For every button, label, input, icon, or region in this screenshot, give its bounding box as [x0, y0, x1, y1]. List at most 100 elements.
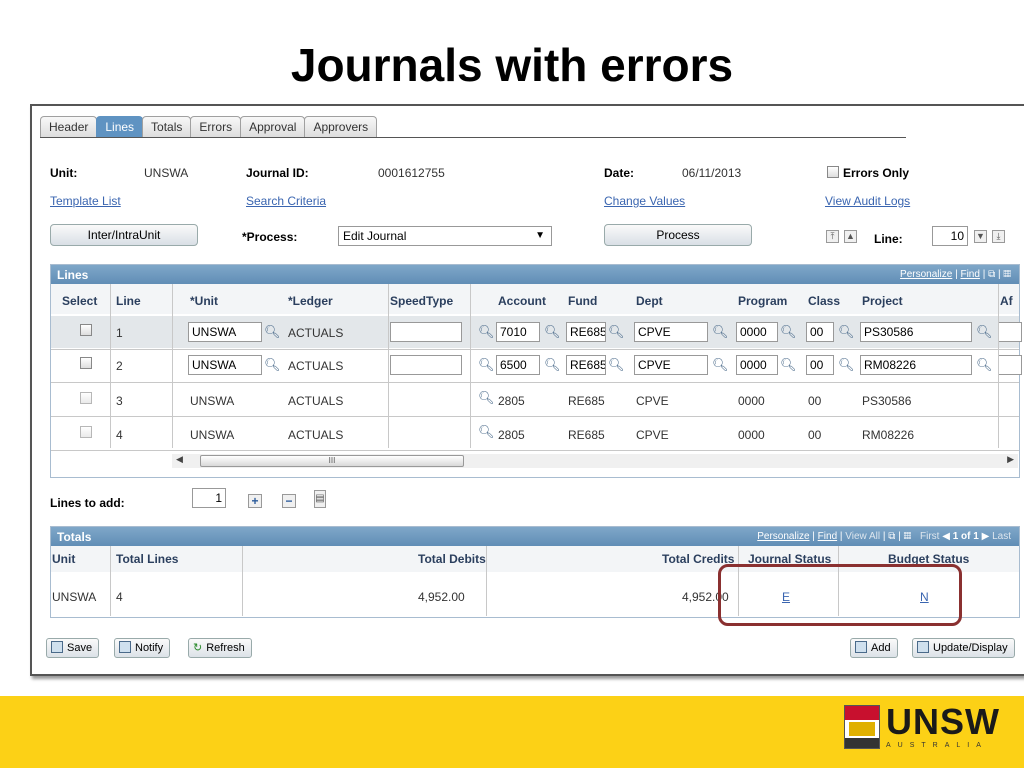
totals-personalize-link[interactable]: Personalize — [757, 531, 809, 542]
row-speedtype-field[interactable] — [390, 355, 462, 375]
lines-to-add-field[interactable]: 1 — [192, 488, 226, 508]
row-line: 1 — [116, 326, 123, 340]
process-button[interactable]: Process — [604, 224, 752, 246]
row-af-field[interactable] — [998, 355, 1022, 375]
grid-icon[interactable]: ▦ — [1003, 269, 1011, 280]
row-account-field[interactable]: 7010 — [496, 322, 540, 342]
lines-personalize-link[interactable]: Personalize — [900, 269, 952, 280]
row-unit: UNSWA — [190, 428, 235, 442]
totals-find-link[interactable]: Find — [818, 531, 837, 542]
tab-header[interactable]: Header — [40, 116, 98, 138]
row-line: 3 — [116, 394, 123, 408]
lookup-icon[interactable]: 🔍︎ — [544, 324, 561, 340]
lookup-icon[interactable]: 🔍︎ — [780, 357, 797, 373]
row-af-field[interactable] — [998, 322, 1022, 342]
col-divider — [242, 546, 243, 616]
row-select-checkbox[interactable] — [80, 392, 92, 404]
lines-scrollbar[interactable]: ◀ III ▶ — [172, 454, 1018, 468]
row-unit-field[interactable]: UNSWA — [188, 322, 262, 342]
line-number-field[interactable]: 10 — [932, 226, 968, 246]
errors-only-checkbox[interactable] — [827, 166, 839, 178]
lines-find-link[interactable]: Find — [960, 269, 979, 280]
add-button[interactable]: Add — [850, 638, 898, 658]
notify-button[interactable]: Notify — [114, 638, 171, 658]
tab-approvers[interactable]: Approvers — [304, 116, 378, 138]
row-project-field[interactable]: PS30586 — [860, 322, 972, 342]
refresh-button[interactable]: ↻ Refresh — [188, 638, 252, 658]
row-project: RM08226 — [862, 428, 915, 442]
row-class-field[interactable]: 00 — [806, 322, 834, 342]
lookup-icon[interactable]: 🔍︎ — [544, 357, 561, 373]
next-page-icon[interactable]: ▶ — [982, 531, 990, 542]
lookup-icon[interactable]: 🔍︎ — [478, 324, 495, 340]
journal-id-label: Journal ID: — [246, 166, 309, 180]
new-window-icon[interactable]: ⧉ — [888, 531, 895, 542]
row-unit-field[interactable]: UNSWA — [188, 355, 262, 375]
row-program-field[interactable]: 0000 — [736, 322, 778, 342]
totals-first[interactable]: First — [920, 531, 939, 542]
lookup-icon[interactable]: 🔍︎ — [608, 357, 625, 373]
lookup-icon[interactable]: 🔍︎ — [478, 357, 495, 373]
row-fund-field[interactable]: RE685 — [566, 355, 606, 375]
col-fund: Fund — [568, 294, 598, 308]
col-class: Class — [808, 294, 841, 308]
tab-totals[interactable]: Totals — [142, 116, 192, 138]
lookup-icon[interactable]: 🔍︎ — [838, 324, 855, 340]
row-divider — [51, 416, 1019, 417]
lookup-icon[interactable]: 🔍︎ — [608, 324, 625, 340]
lookup-icon[interactable]: 🔍︎ — [838, 357, 855, 373]
delete-row-icon[interactable]: − — [282, 494, 296, 508]
row-dept-field[interactable]: CPVE — [634, 322, 708, 342]
row-dept-field[interactable]: CPVE — [634, 355, 708, 375]
process-select[interactable]: Edit Journal ▼ — [338, 226, 552, 246]
tab-lines[interactable]: Lines — [96, 116, 144, 138]
lookup-icon[interactable]: 🔍︎ — [712, 324, 729, 340]
prev-line-icon[interactable]: ▲ — [844, 230, 857, 243]
col-ledger: *Ledger — [288, 294, 333, 308]
row-account-field[interactable]: 6500 — [496, 355, 540, 375]
tab-approval[interactable]: Approval — [240, 116, 306, 138]
first-line-icon[interactable]: ⤒ — [826, 230, 839, 243]
calculator-icon[interactable]: ▤ — [314, 490, 326, 508]
row-program-field[interactable]: 0000 — [736, 355, 778, 375]
lookup-icon[interactable]: 🔍︎ — [478, 424, 495, 440]
update-display-button[interactable]: Update/Display — [912, 638, 1015, 658]
lookup-icon[interactable]: 🔍︎ — [976, 324, 993, 340]
lookup-icon[interactable]: 🔍︎ — [712, 357, 729, 373]
row-select-checkbox[interactable] — [80, 426, 92, 438]
change-values-link[interactable]: Change Values — [604, 194, 685, 208]
inter-intraunit-button[interactable]: Inter/IntraUnit — [50, 224, 198, 246]
row-class-field[interactable]: 00 — [806, 355, 834, 375]
update-label: Update/Display — [933, 642, 1008, 654]
scroll-right-icon[interactable]: ▶ — [1007, 454, 1014, 465]
lookup-icon[interactable]: 🔍︎ — [780, 324, 797, 340]
grid-icon[interactable]: ▦ — [904, 531, 912, 542]
tab-errors[interactable]: Errors — [190, 116, 242, 138]
row-account: 2805 — [498, 428, 525, 442]
lookup-icon[interactable]: 🔍︎ — [976, 357, 993, 373]
template-list-link[interactable]: Template List — [50, 194, 121, 208]
totals-last[interactable]: Last — [992, 531, 1011, 542]
last-line-icon[interactable]: ⤓ — [992, 230, 1005, 243]
add-row-icon[interactable]: + — [248, 494, 262, 508]
prev-page-icon[interactable]: ◀ — [942, 531, 950, 542]
lookup-icon[interactable]: 🔍︎ — [478, 390, 495, 406]
next-line-icon[interactable]: ▼ — [974, 230, 987, 243]
row-select-checkbox[interactable] — [80, 357, 92, 369]
row-project-field[interactable]: RM08226 — [860, 355, 972, 375]
row-speedtype-field[interactable] — [390, 322, 462, 342]
new-window-icon[interactable]: ⧉ — [988, 269, 995, 280]
slide-title: Journals with errors — [290, 39, 734, 91]
row-fund-field[interactable]: RE685 — [566, 322, 606, 342]
scroll-thumb[interactable]: III — [200, 455, 464, 467]
lookup-icon[interactable]: 🔍︎ — [264, 357, 281, 373]
col-divider — [388, 284, 389, 448]
totals-view-all[interactable]: View All — [845, 531, 880, 542]
view-audit-logs-link[interactable]: View Audit Logs — [825, 194, 910, 208]
lookup-icon[interactable]: 🔍︎ — [264, 324, 281, 340]
search-criteria-link[interactable]: Search Criteria — [246, 194, 326, 208]
row-select-checkbox[interactable] — [80, 324, 92, 336]
row-divider — [51, 450, 1019, 451]
scroll-left-icon[interactable]: ◀ — [176, 454, 183, 465]
save-button[interactable]: Save — [46, 638, 100, 658]
